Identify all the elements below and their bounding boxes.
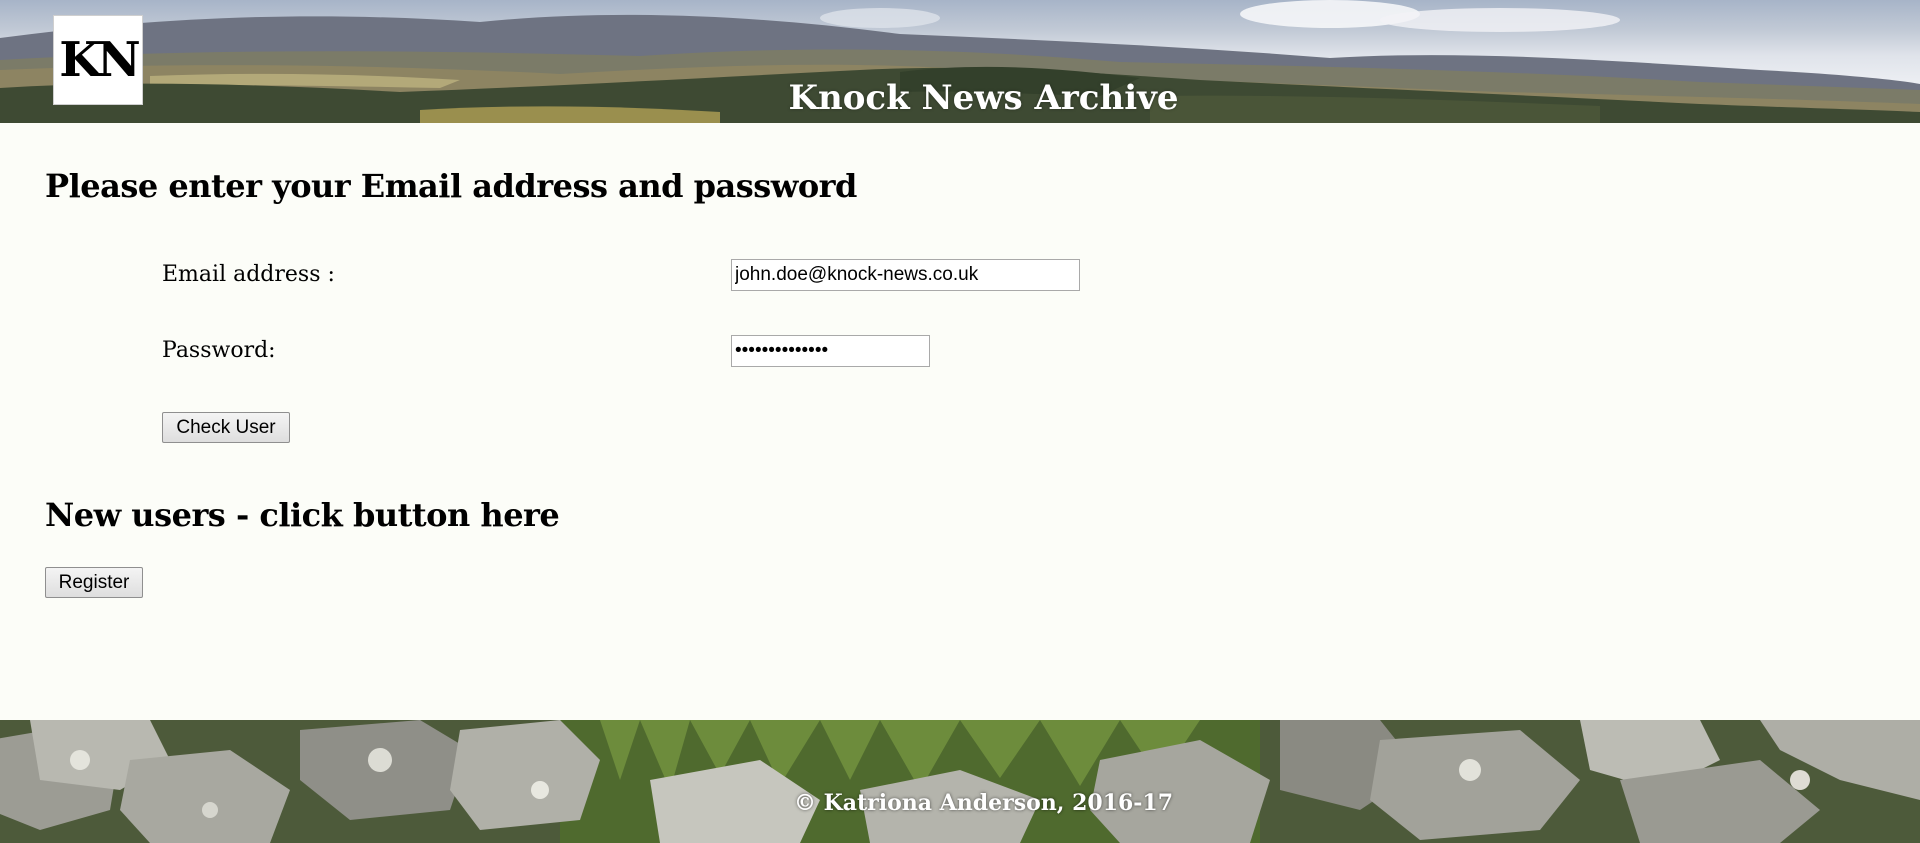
copyright-text: © Katriona Anderson, 2016-17 bbox=[793, 790, 1174, 816]
register-heading: New users - click button here bbox=[45, 496, 560, 534]
footer: © Katriona Anderson, 2016-17 bbox=[0, 720, 1920, 843]
email-label: Email address : bbox=[162, 262, 335, 287]
register-button[interactable]: Register bbox=[45, 567, 143, 598]
check-user-button[interactable]: Check User bbox=[162, 412, 290, 443]
email-field[interactable] bbox=[731, 259, 1080, 291]
main-content: Please enter your Email address and pass… bbox=[0, 123, 1920, 720]
header-banner: KN Knock News Archive bbox=[0, 0, 1920, 123]
rocks-background-image bbox=[0, 720, 1920, 843]
site-title: Knock News Archive bbox=[788, 78, 1179, 118]
password-label: Password: bbox=[162, 338, 276, 363]
login-heading: Please enter your Email address and pass… bbox=[45, 167, 857, 205]
password-field[interactable] bbox=[731, 335, 930, 367]
